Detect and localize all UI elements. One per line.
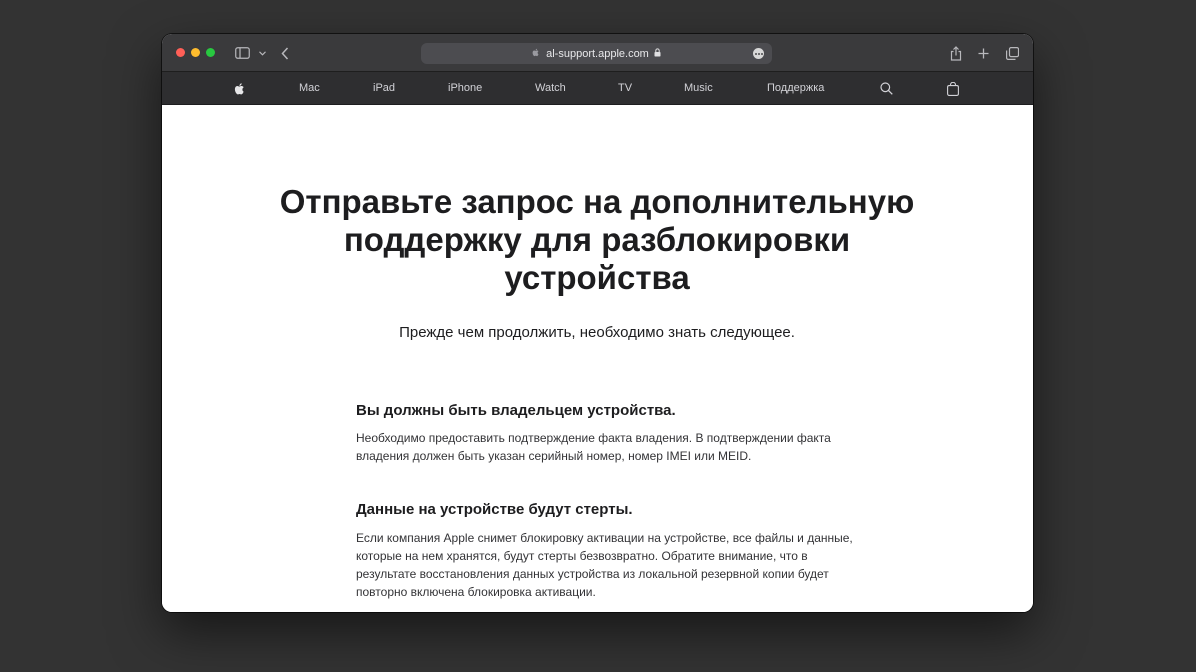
browser-toolbar: al-support.apple.com (162, 34, 1033, 72)
lock-icon (654, 47, 661, 60)
url-text: al-support.apple.com (546, 47, 649, 60)
section-heading-data-erase: Данные на устройстве будут стерты. (356, 501, 633, 518)
new-tab-icon[interactable] (977, 34, 990, 72)
section-heading-ownership: Вы должны быть владельцем устройства. (356, 402, 676, 419)
nav-link-music[interactable]: Music (684, 72, 713, 105)
minimize-button[interactable] (191, 48, 200, 57)
tabs-overview-icon[interactable] (1005, 34, 1019, 72)
close-button[interactable] (176, 48, 185, 57)
site-navigation: Mac iPad iPhone Watch TV Music Поддержка (162, 72, 1033, 105)
apple-logo-icon[interactable] (234, 72, 246, 105)
page-title: Отправьте запрос на дополнительную подде… (279, 183, 915, 296)
share-icon[interactable] (949, 34, 963, 72)
bag-icon[interactable] (947, 72, 959, 105)
page-content: Отправьте запрос на дополнительную подде… (162, 105, 1033, 612)
page-subtitle: Прежде чем продолжить, необходимо знать … (399, 324, 795, 341)
search-icon[interactable] (880, 72, 893, 105)
browser-window: al-support.apple.com Mac iPad iPhone Wat… (162, 34, 1033, 612)
back-icon[interactable] (279, 34, 291, 72)
chevron-down-icon[interactable] (257, 34, 267, 72)
nav-link-iphone[interactable]: iPhone (448, 72, 482, 105)
nav-link-watch[interactable]: Watch (535, 72, 566, 105)
nav-link-ipad[interactable]: iPad (373, 72, 395, 105)
nav-link-mac[interactable]: Mac (299, 72, 320, 105)
sidebar-icon[interactable] (234, 34, 250, 72)
more-icon[interactable] (753, 48, 764, 59)
nav-link-tv[interactable]: TV (618, 72, 632, 105)
address-bar[interactable]: al-support.apple.com (421, 43, 772, 64)
section-body-data-erase: Если компания Apple снимет блокировку ак… (356, 531, 853, 599)
nav-link-support[interactable]: Поддержка (767, 72, 824, 105)
section-body-ownership: Необходимо предоставить подтверждение фа… (356, 431, 831, 463)
site-icon (532, 48, 540, 60)
zoom-button[interactable] (206, 48, 215, 57)
